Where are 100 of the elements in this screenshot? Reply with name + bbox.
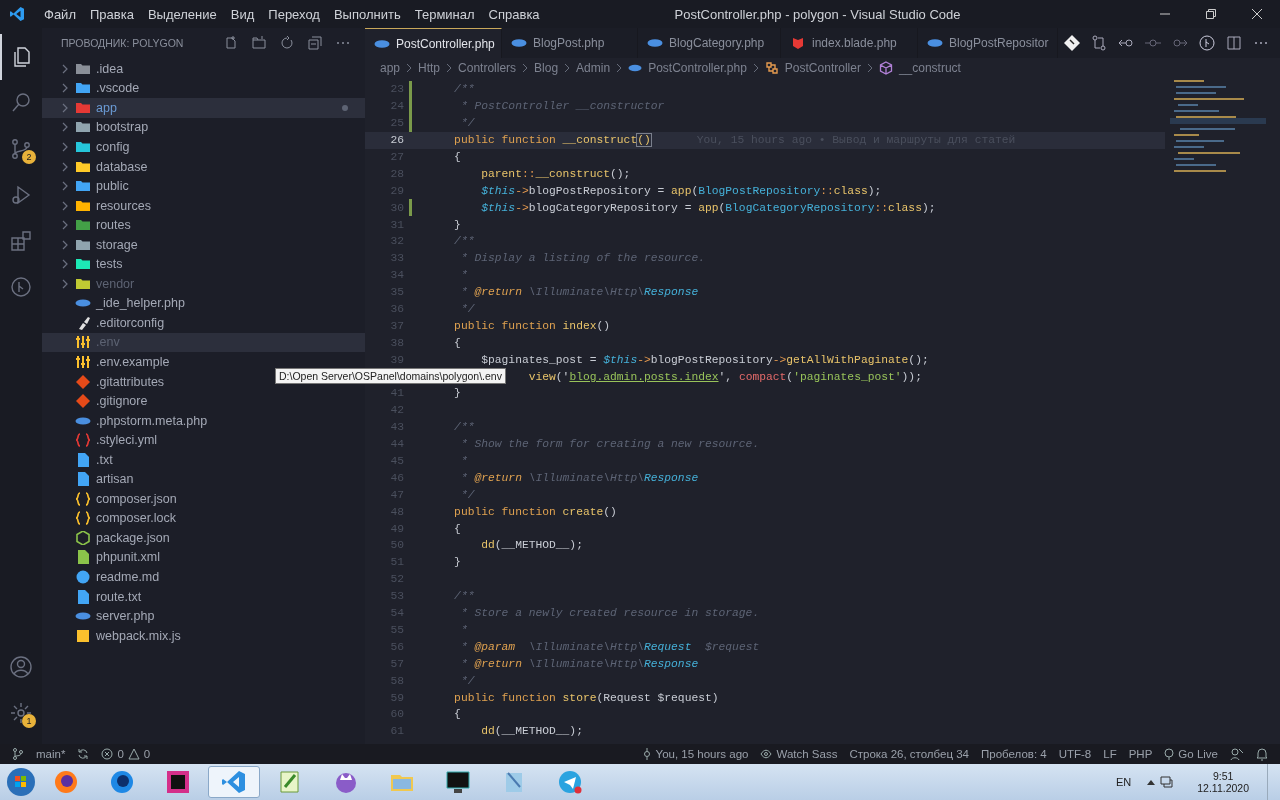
split-editor-icon[interactable]	[1226, 35, 1242, 51]
menu-item[interactable]: Справка	[481, 6, 547, 22]
ribbon-icon	[221, 769, 247, 795]
folder-item[interactable]: .idea	[42, 59, 365, 79]
file-item[interactable]: readme.md	[42, 567, 365, 587]
code-line: public function __construct()	[453, 134, 651, 147]
notification-badge: 1	[22, 714, 36, 728]
status-item[interactable]: PHP	[1128, 748, 1153, 760]
refresh-icon[interactable]	[280, 36, 294, 50]
bell-icon[interactable]	[1256, 747, 1268, 761]
caret-icon[interactable]	[1147, 779, 1156, 785]
file-item[interactable]: package.json	[42, 528, 365, 548]
folder-item[interactable]: app	[42, 98, 365, 118]
folder-item[interactable]: public	[42, 176, 365, 196]
breadcrumb-item[interactable]: Admin	[576, 61, 611, 75]
chevron-icon	[616, 63, 623, 73]
extensions-icon[interactable]	[9, 229, 33, 253]
file-item[interactable]: .phpstorm.meta.php	[42, 410, 365, 431]
menu-item[interactable]: Правка	[82, 6, 141, 22]
diamond-icon[interactable]	[1064, 35, 1080, 51]
status-item[interactable]: UTF-8	[1058, 748, 1092, 760]
file-item[interactable]: phpunit.xml	[42, 547, 365, 568]
status-item[interactable]: You, 15 hours ago	[655, 748, 749, 760]
file-item[interactable]: composer.lock	[42, 508, 365, 529]
breadcrumb-item[interactable]: Blog	[534, 61, 559, 75]
folder-item[interactable]: resources	[42, 195, 365, 216]
folder-item[interactable]: .vscode	[42, 78, 365, 99]
restore-icon[interactable]	[1205, 8, 1217, 20]
status-item[interactable]: Строка 26, столбец 34	[849, 748, 969, 760]
editor-tab[interactable]: BlogPost.php	[502, 28, 638, 58]
eye-icon	[760, 749, 773, 759]
feedback-icon[interactable]	[1230, 747, 1244, 761]
file-item[interactable]: .editorconfig	[42, 313, 365, 333]
file-item[interactable]: route.txt	[42, 586, 365, 607]
branch-circle-icon[interactable]	[1199, 35, 1215, 51]
error-count[interactable]: 0	[117, 748, 124, 760]
folder-item[interactable]: bootstrap	[42, 117, 365, 138]
code-line: * @return \Illuminate\Http\Response	[459, 471, 699, 484]
menu-item[interactable]: Переход	[261, 6, 327, 22]
folder-item[interactable]: config	[42, 137, 365, 157]
code-line: public function index()	[453, 319, 611, 332]
code-line: /**	[453, 421, 475, 434]
cube-icon	[878, 61, 893, 75]
menu-item[interactable]: Вид	[223, 6, 262, 22]
file-item[interactable]: _ide_helper.php	[42, 293, 365, 314]
folder-item[interactable]: routes	[42, 215, 365, 235]
breadcrumb-item[interactable]: Http	[418, 61, 441, 75]
file-item[interactable]: artisan	[42, 469, 365, 490]
chevron-icon	[866, 63, 873, 73]
code-line: *	[459, 269, 468, 282]
account-icon[interactable]	[9, 655, 33, 679]
editor-tab[interactable]: BlogPostRepositor	[918, 28, 1058, 58]
branch-indicator[interactable]: main*	[36, 748, 66, 760]
status-item[interactable]: LF	[1103, 748, 1117, 760]
status-item[interactable]: Пробелов: 4	[981, 748, 1047, 760]
collapse-icon[interactable]	[308, 36, 322, 50]
breadcrumb-item[interactable]: Controllers	[458, 61, 517, 75]
editor-tab[interactable]: index.blade.php	[781, 28, 918, 58]
code-line: */	[459, 674, 475, 687]
file-item[interactable]: .styleci.yml	[42, 430, 365, 450]
editor-tab[interactable]: PostController.php	[365, 28, 502, 58]
settings-icon[interactable]	[9, 701, 33, 725]
code-line: *	[459, 455, 468, 468]
editor-tab[interactable]: BlogCategory.php	[638, 28, 781, 58]
branch-circle-icon[interactable]	[9, 275, 33, 299]
code-line: * Store a newly created resource in storage.	[459, 607, 760, 620]
warning-count[interactable]: 0	[143, 748, 151, 760]
breadcrumb-item[interactable]: app	[380, 61, 401, 75]
new-folder-icon[interactable]	[252, 36, 266, 50]
file-item[interactable]: .txt	[42, 449, 365, 470]
menu-item[interactable]: Выделение	[140, 6, 224, 22]
breadcrumb-item[interactable]: PostController.php	[648, 61, 747, 75]
chevron-icon	[406, 63, 413, 73]
file-item[interactable]: server.php	[42, 606, 365, 626]
clock-time[interactable]: 9:51	[1212, 770, 1234, 782]
menu-item[interactable]: Выполнить	[326, 6, 408, 22]
file-item[interactable]: composer.json	[42, 489, 365, 509]
status-item[interactable]: Watch Sass	[776, 748, 838, 760]
breadcrumb-item[interactable]: PostController	[784, 61, 861, 75]
start-orb-icon[interactable]	[6, 767, 36, 797]
folder-item[interactable]: tests	[42, 254, 365, 274]
file-item[interactable]: .gitignore	[42, 391, 365, 411]
close-icon[interactable]	[1251, 8, 1263, 20]
folder-item[interactable]: storage	[42, 234, 365, 255]
folder-item[interactable]: database	[42, 156, 365, 177]
source-control-icon[interactable]	[9, 137, 33, 161]
code-line: }	[453, 556, 461, 569]
chevron-icon	[564, 63, 571, 73]
breadcrumb-item[interactable]: __construct	[898, 61, 961, 75]
network-icon[interactable]	[1159, 775, 1176, 789]
menu-item[interactable]: Терминал	[407, 6, 482, 22]
sync-icon[interactable]	[77, 748, 90, 760]
compare-icon[interactable]	[1091, 35, 1107, 51]
menu-item[interactable]: Файл	[37, 6, 83, 22]
file-item[interactable]: webpack.mix.js	[42, 625, 365, 646]
warning-icon	[127, 748, 140, 760]
clock-date[interactable]: 12.11.2020	[1197, 782, 1249, 794]
status-item[interactable]: Go Live	[1178, 748, 1218, 760]
language-indicator[interactable]: EN	[1115, 776, 1132, 788]
new-file-icon[interactable]	[224, 36, 238, 50]
